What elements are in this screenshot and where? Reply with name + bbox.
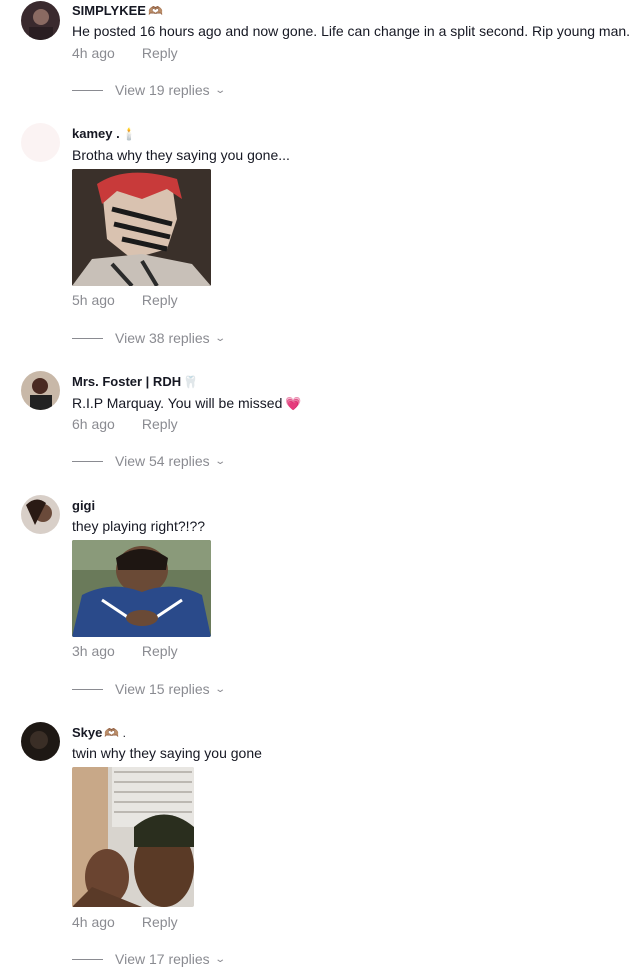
comment-username[interactable]: gigi <box>72 498 95 513</box>
comment-image[interactable] <box>72 767 194 907</box>
avatar[interactable] <box>21 371 60 410</box>
comment-username[interactable]: Mrs. Foster | RDH 🦷 <box>72 374 198 389</box>
replies-divider <box>72 460 103 462</box>
tooth-emoji: 🦷 <box>183 375 199 389</box>
comment-text: R.I.P Marquay. You will be missed 💗 <box>72 395 302 411</box>
reply-button[interactable]: Reply <box>142 643 178 659</box>
comment-meta: 5h ago Reply <box>72 292 178 308</box>
avatar[interactable] <box>21 1 60 40</box>
heart-hands-emoji: 🫶🏽 . <box>104 726 126 740</box>
view-replies-button[interactable]: View 19 replies ⌄ <box>72 82 226 98</box>
replies-divider <box>72 337 103 339</box>
comment-username[interactable]: Skye 🫶🏽 . <box>72 725 126 740</box>
avatar[interactable] <box>21 722 60 761</box>
replies-label: View 17 replies <box>115 951 210 967</box>
avatar[interactable] <box>21 495 60 534</box>
replies-label: View 15 replies <box>115 681 210 697</box>
view-replies-button[interactable]: View 54 replies ⌄ <box>72 453 226 469</box>
comment-meta: 3h ago Reply <box>72 643 178 659</box>
comment-image[interactable] <box>72 169 211 286</box>
comment-text: He posted 16 hours ago and now gone. Lif… <box>72 23 631 39</box>
view-replies-button[interactable]: View 38 replies ⌄ <box>72 330 226 346</box>
candle-emoji: 🕯️ <box>121 127 137 141</box>
reply-button[interactable]: Reply <box>142 292 178 308</box>
heart-emoji: 💗 <box>285 396 302 411</box>
chevron-down-icon: ⌄ <box>214 84 226 96</box>
chevron-down-icon: ⌄ <box>214 953 226 965</box>
replies-label: View 54 replies <box>115 453 210 469</box>
replies-divider <box>72 688 103 690</box>
comment-text: twin why they saying you gone <box>72 745 262 761</box>
reply-button[interactable]: Reply <box>142 914 178 930</box>
comment-image[interactable] <box>72 540 211 637</box>
comment-time: 4h ago <box>72 45 115 61</box>
reply-button[interactable]: Reply <box>142 416 178 432</box>
comment-username[interactable]: kamey . 🕯️ <box>72 126 137 141</box>
view-replies-button[interactable]: View 17 replies ⌄ <box>72 951 226 967</box>
comment-time: 5h ago <box>72 292 115 308</box>
reply-button[interactable]: Reply <box>142 45 178 61</box>
comment-meta: 6h ago Reply <box>72 416 178 432</box>
comment-meta: 4h ago Reply <box>72 45 178 61</box>
chevron-down-icon: ⌄ <box>214 455 226 467</box>
comment-text: they playing right?!?? <box>72 518 206 534</box>
replies-divider <box>72 958 103 960</box>
replies-label: View 38 replies <box>115 330 210 346</box>
comment-time: 4h ago <box>72 914 115 930</box>
comment-text: Brotha why they saying you gone... <box>72 147 290 163</box>
chevron-down-icon: ⌄ <box>214 683 226 695</box>
comment-username[interactable]: SIMPLYKEE 🫶🏽 <box>72 3 163 18</box>
chevron-down-icon: ⌄ <box>214 332 226 344</box>
replies-label: View 19 replies <box>115 82 210 98</box>
comment-time: 6h ago <box>72 416 115 432</box>
view-replies-button[interactable]: View 15 replies ⌄ <box>72 681 226 697</box>
comment-meta: 4h ago Reply <box>72 914 178 930</box>
avatar[interactable] <box>21 123 60 162</box>
comment-time: 3h ago <box>72 643 115 659</box>
heart-hands-emoji: 🫶🏽 <box>147 4 163 18</box>
replies-divider <box>72 89 103 91</box>
